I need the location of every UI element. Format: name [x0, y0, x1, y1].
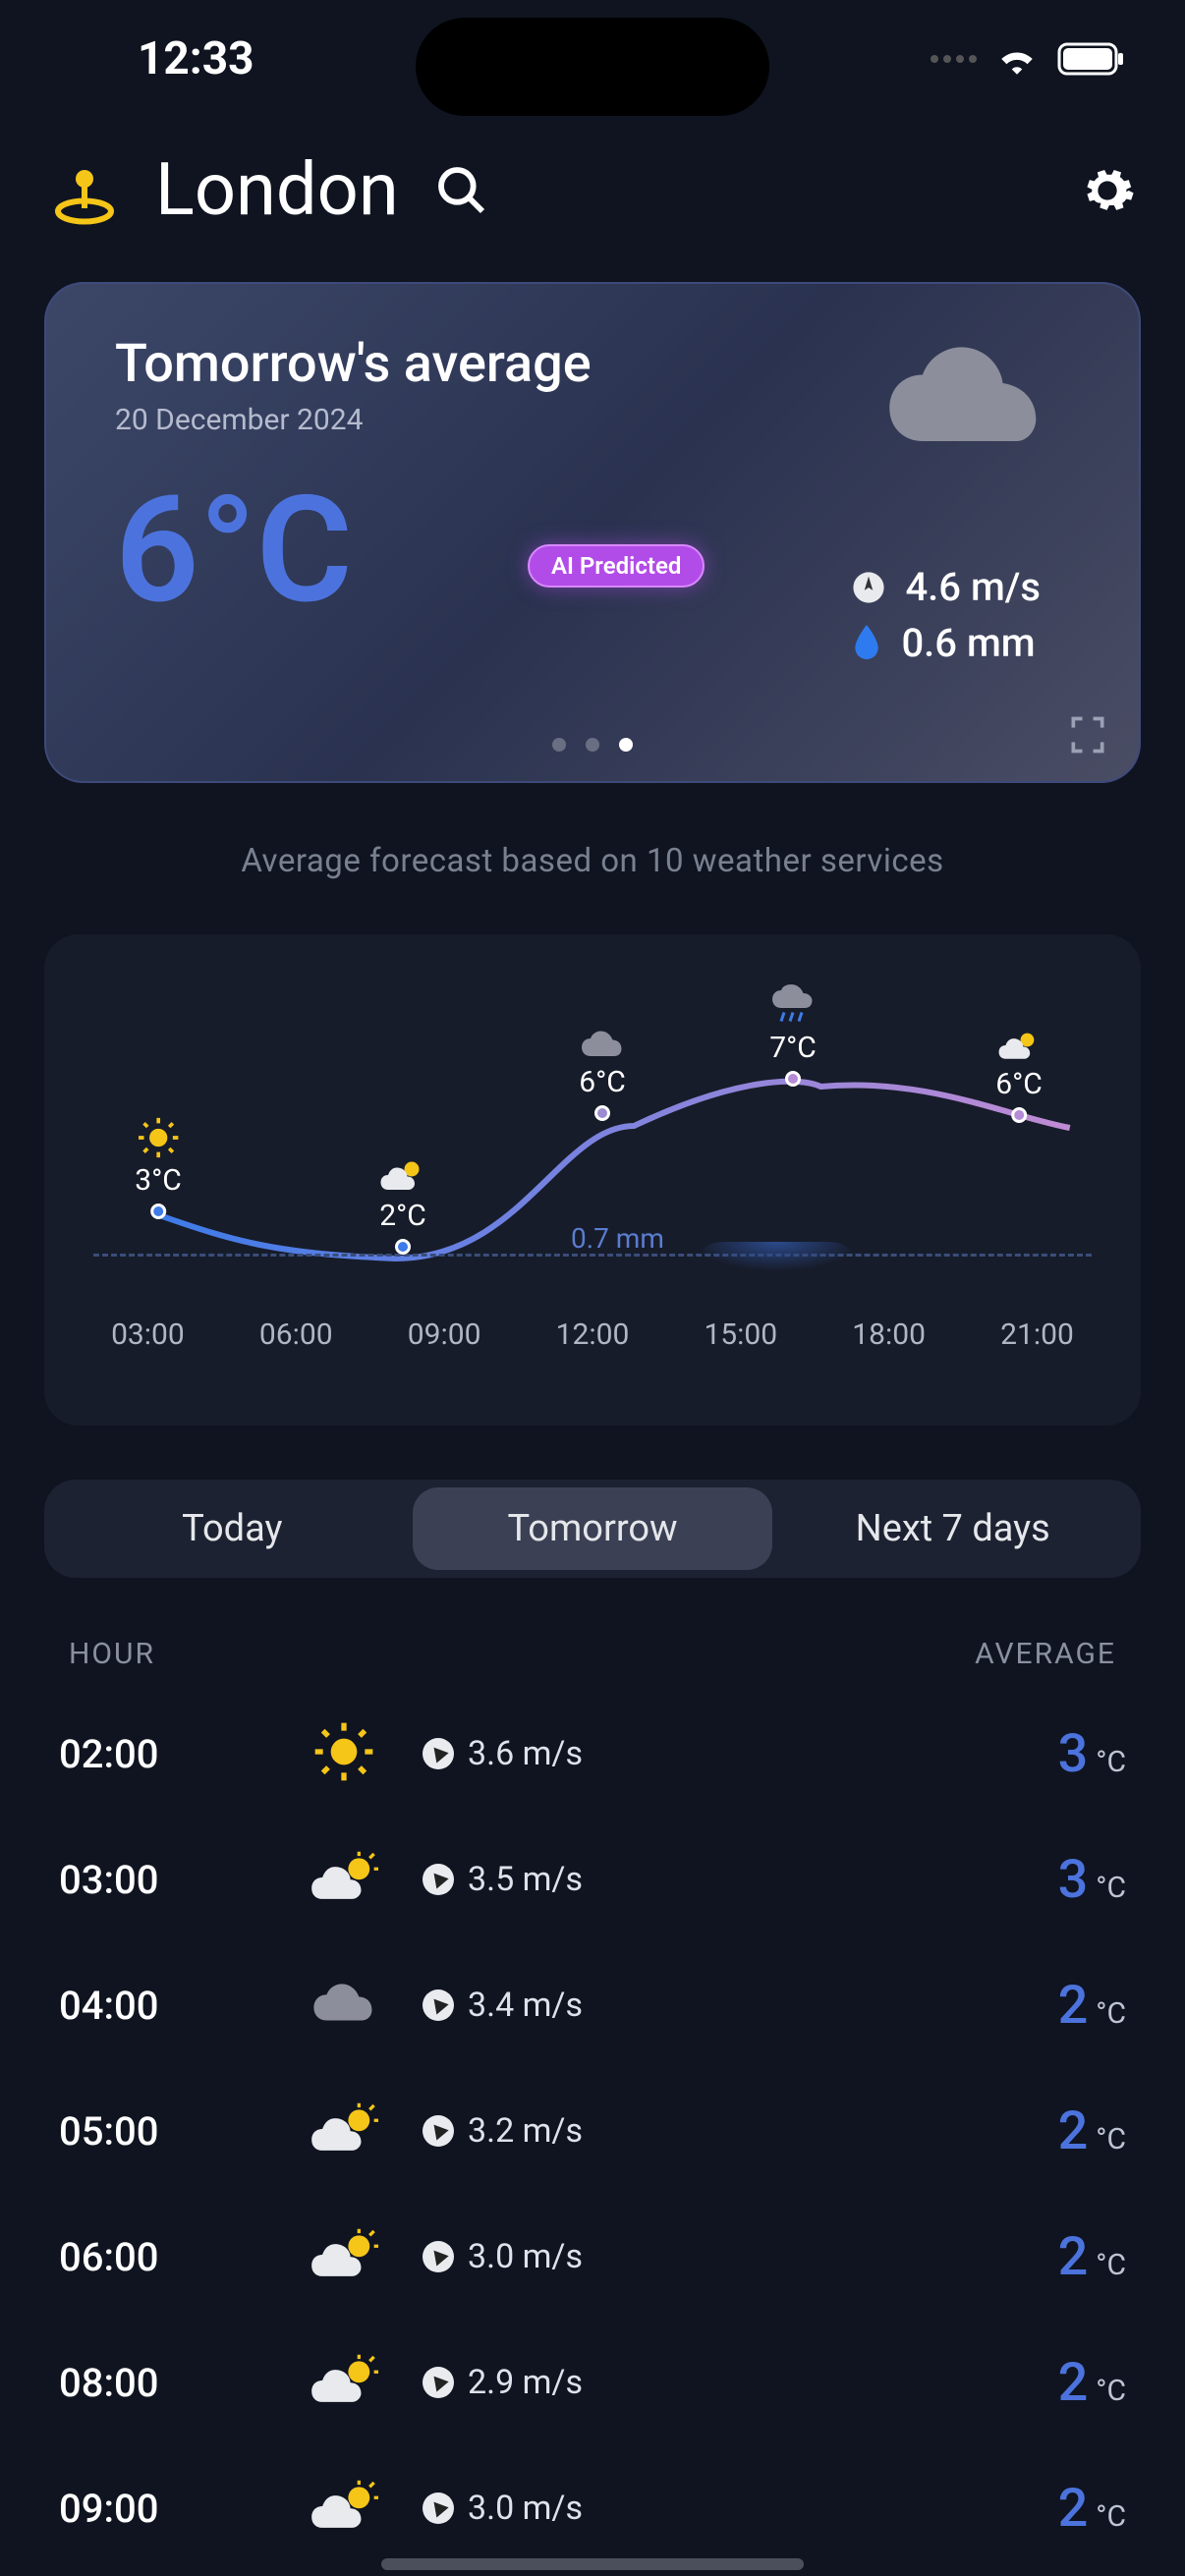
hourly-list[interactable]: 02:003.6 m/s3°C03:003.5 m/s3°C04:003.4 m…: [0, 1691, 1185, 2571]
chart-point: 7°C: [769, 983, 817, 1087]
notch: [416, 18, 769, 116]
sun-icon: [137, 1116, 180, 1159]
table-row[interactable]: 03:00 3.5 m/s3°C: [59, 1817, 1126, 1942]
row-time: 04:00: [59, 1983, 265, 2029]
row-temp: 2°C: [969, 2352, 1126, 2414]
chart-card[interactable]: 0.7 mm 3°C 2°C 6°C 7°C 6°C 03:0006:0009:…: [44, 934, 1141, 1426]
table-row[interactable]: 04:00 3.4 m/s2°C: [59, 1942, 1126, 2068]
wind-direction-icon: [423, 2115, 454, 2147]
row-wind: 3.5 m/s: [423, 1860, 969, 1899]
table-row[interactable]: 06:00 3.0 m/s2°C: [59, 2194, 1126, 2320]
precip-metric: 0.6 mm: [852, 620, 1041, 666]
sun-cloud-icon: [265, 2354, 423, 2411]
chart-point: 6°C: [995, 1028, 1043, 1123]
table-row[interactable]: 08:00 2.9 m/s2°C: [59, 2320, 1126, 2445]
row-temp: 3°C: [969, 1849, 1126, 1911]
precip-label: 0.7 mm: [571, 1222, 664, 1255]
row-wind: 2.9 m/s: [423, 2363, 969, 2402]
compass-icon: [852, 571, 885, 604]
cloud-icon: [878, 338, 1055, 456]
wind-direction-icon: [423, 2367, 454, 2398]
cellular-icon: [931, 55, 977, 63]
tab-next7[interactable]: Next 7 days: [772, 1487, 1133, 1570]
chart-line: [74, 959, 1111, 1313]
row-wind: 3.0 m/s: [423, 2237, 969, 2276]
wind-direction-icon: [423, 1738, 454, 1769]
row-temp: 2°C: [969, 1975, 1126, 2037]
expand-icon[interactable]: [1066, 713, 1109, 756]
scroll-indicator[interactable]: [381, 2558, 804, 2570]
droplet-icon: [852, 625, 881, 662]
status-right: [931, 42, 1126, 76]
header-average: AVERAGE: [975, 1637, 1116, 1671]
row-time: 06:00: [59, 2234, 265, 2280]
wind-metric: 4.6 m/s: [852, 564, 1041, 610]
sun-cloud-icon: [265, 2480, 423, 2537]
row-wind: 3.6 m/s: [423, 1734, 969, 1773]
status-bar: 12:33: [0, 0, 1185, 118]
row-time: 02:00: [59, 1731, 265, 1777]
rain-icon: [769, 983, 817, 1027]
summary-temp: 6°C: [115, 476, 353, 624]
search-icon[interactable]: [434, 163, 489, 218]
gear-icon[interactable]: [1079, 162, 1136, 219]
sun-cloud-icon: [997, 1028, 1041, 1063]
cloud-icon: [265, 1980, 423, 2031]
app-header: London: [0, 118, 1185, 252]
wind-direction-icon: [423, 1864, 454, 1895]
header-hour: HOUR: [69, 1637, 155, 1671]
tab-tomorrow[interactable]: Tomorrow: [413, 1487, 773, 1570]
row-time: 08:00: [59, 2360, 265, 2406]
ai-predicted-badge: AI Predicted: [528, 544, 705, 588]
sun-icon: [265, 1720, 423, 1787]
battery-icon: [1057, 42, 1126, 76]
location-pin-icon[interactable]: [49, 155, 120, 226]
chart-axis: 03:0006:0009:0012:0015:0018:0021:00: [74, 1317, 1111, 1352]
row-time: 03:00: [59, 1857, 265, 1903]
row-temp: 2°C: [969, 2478, 1126, 2540]
location-title[interactable]: London: [155, 147, 399, 233]
sun-cloud-icon: [265, 1851, 423, 1908]
row-temp: 3°C: [969, 1723, 1126, 1785]
row-temp: 2°C: [969, 2100, 1126, 2162]
table-row[interactable]: 09:00 3.0 m/s2°C: [59, 2445, 1126, 2571]
row-temp: 2°C: [969, 2226, 1126, 2288]
table-row[interactable]: 05:00 3.2 m/s2°C: [59, 2068, 1126, 2194]
precip-area: [693, 1242, 860, 1271]
chart-point: 6°C: [579, 1028, 626, 1121]
list-header: HOUR AVERAGE: [0, 1578, 1185, 1691]
wind-direction-icon: [423, 2492, 454, 2524]
row-wind: 3.0 m/s: [423, 2489, 969, 2528]
range-segment: Today Tomorrow Next 7 days: [44, 1480, 1141, 1578]
wind-direction-icon: [423, 1989, 454, 2021]
chart-point: 3°C: [135, 1116, 182, 1219]
chart-area: 0.7 mm 3°C 2°C 6°C 7°C 6°C: [74, 959, 1111, 1313]
row-wind: 3.2 m/s: [423, 2111, 969, 2151]
row-time: 05:00: [59, 2108, 265, 2155]
chart-point: 2°C: [379, 1155, 426, 1255]
services-note: Average forecast based on 10 weather ser…: [0, 842, 1185, 880]
table-row[interactable]: 02:00 3.6 m/s3°C: [59, 1691, 1126, 1817]
row-wind: 3.4 m/s: [423, 1986, 969, 2025]
page-dots[interactable]: [552, 738, 633, 752]
cloud-icon: [579, 1028, 626, 1061]
sun-cloud-icon: [265, 2228, 423, 2285]
sun-cloud-icon: [265, 2102, 423, 2159]
summary-card[interactable]: Tomorrow's average 20 December 2024 6°C …: [44, 282, 1141, 783]
status-time: 12:33: [59, 32, 254, 85]
sun-cloud-icon: [379, 1155, 426, 1195]
wind-direction-icon: [423, 2241, 454, 2272]
row-time: 09:00: [59, 2486, 265, 2532]
wifi-icon: [996, 43, 1038, 75]
tab-today[interactable]: Today: [52, 1487, 413, 1570]
